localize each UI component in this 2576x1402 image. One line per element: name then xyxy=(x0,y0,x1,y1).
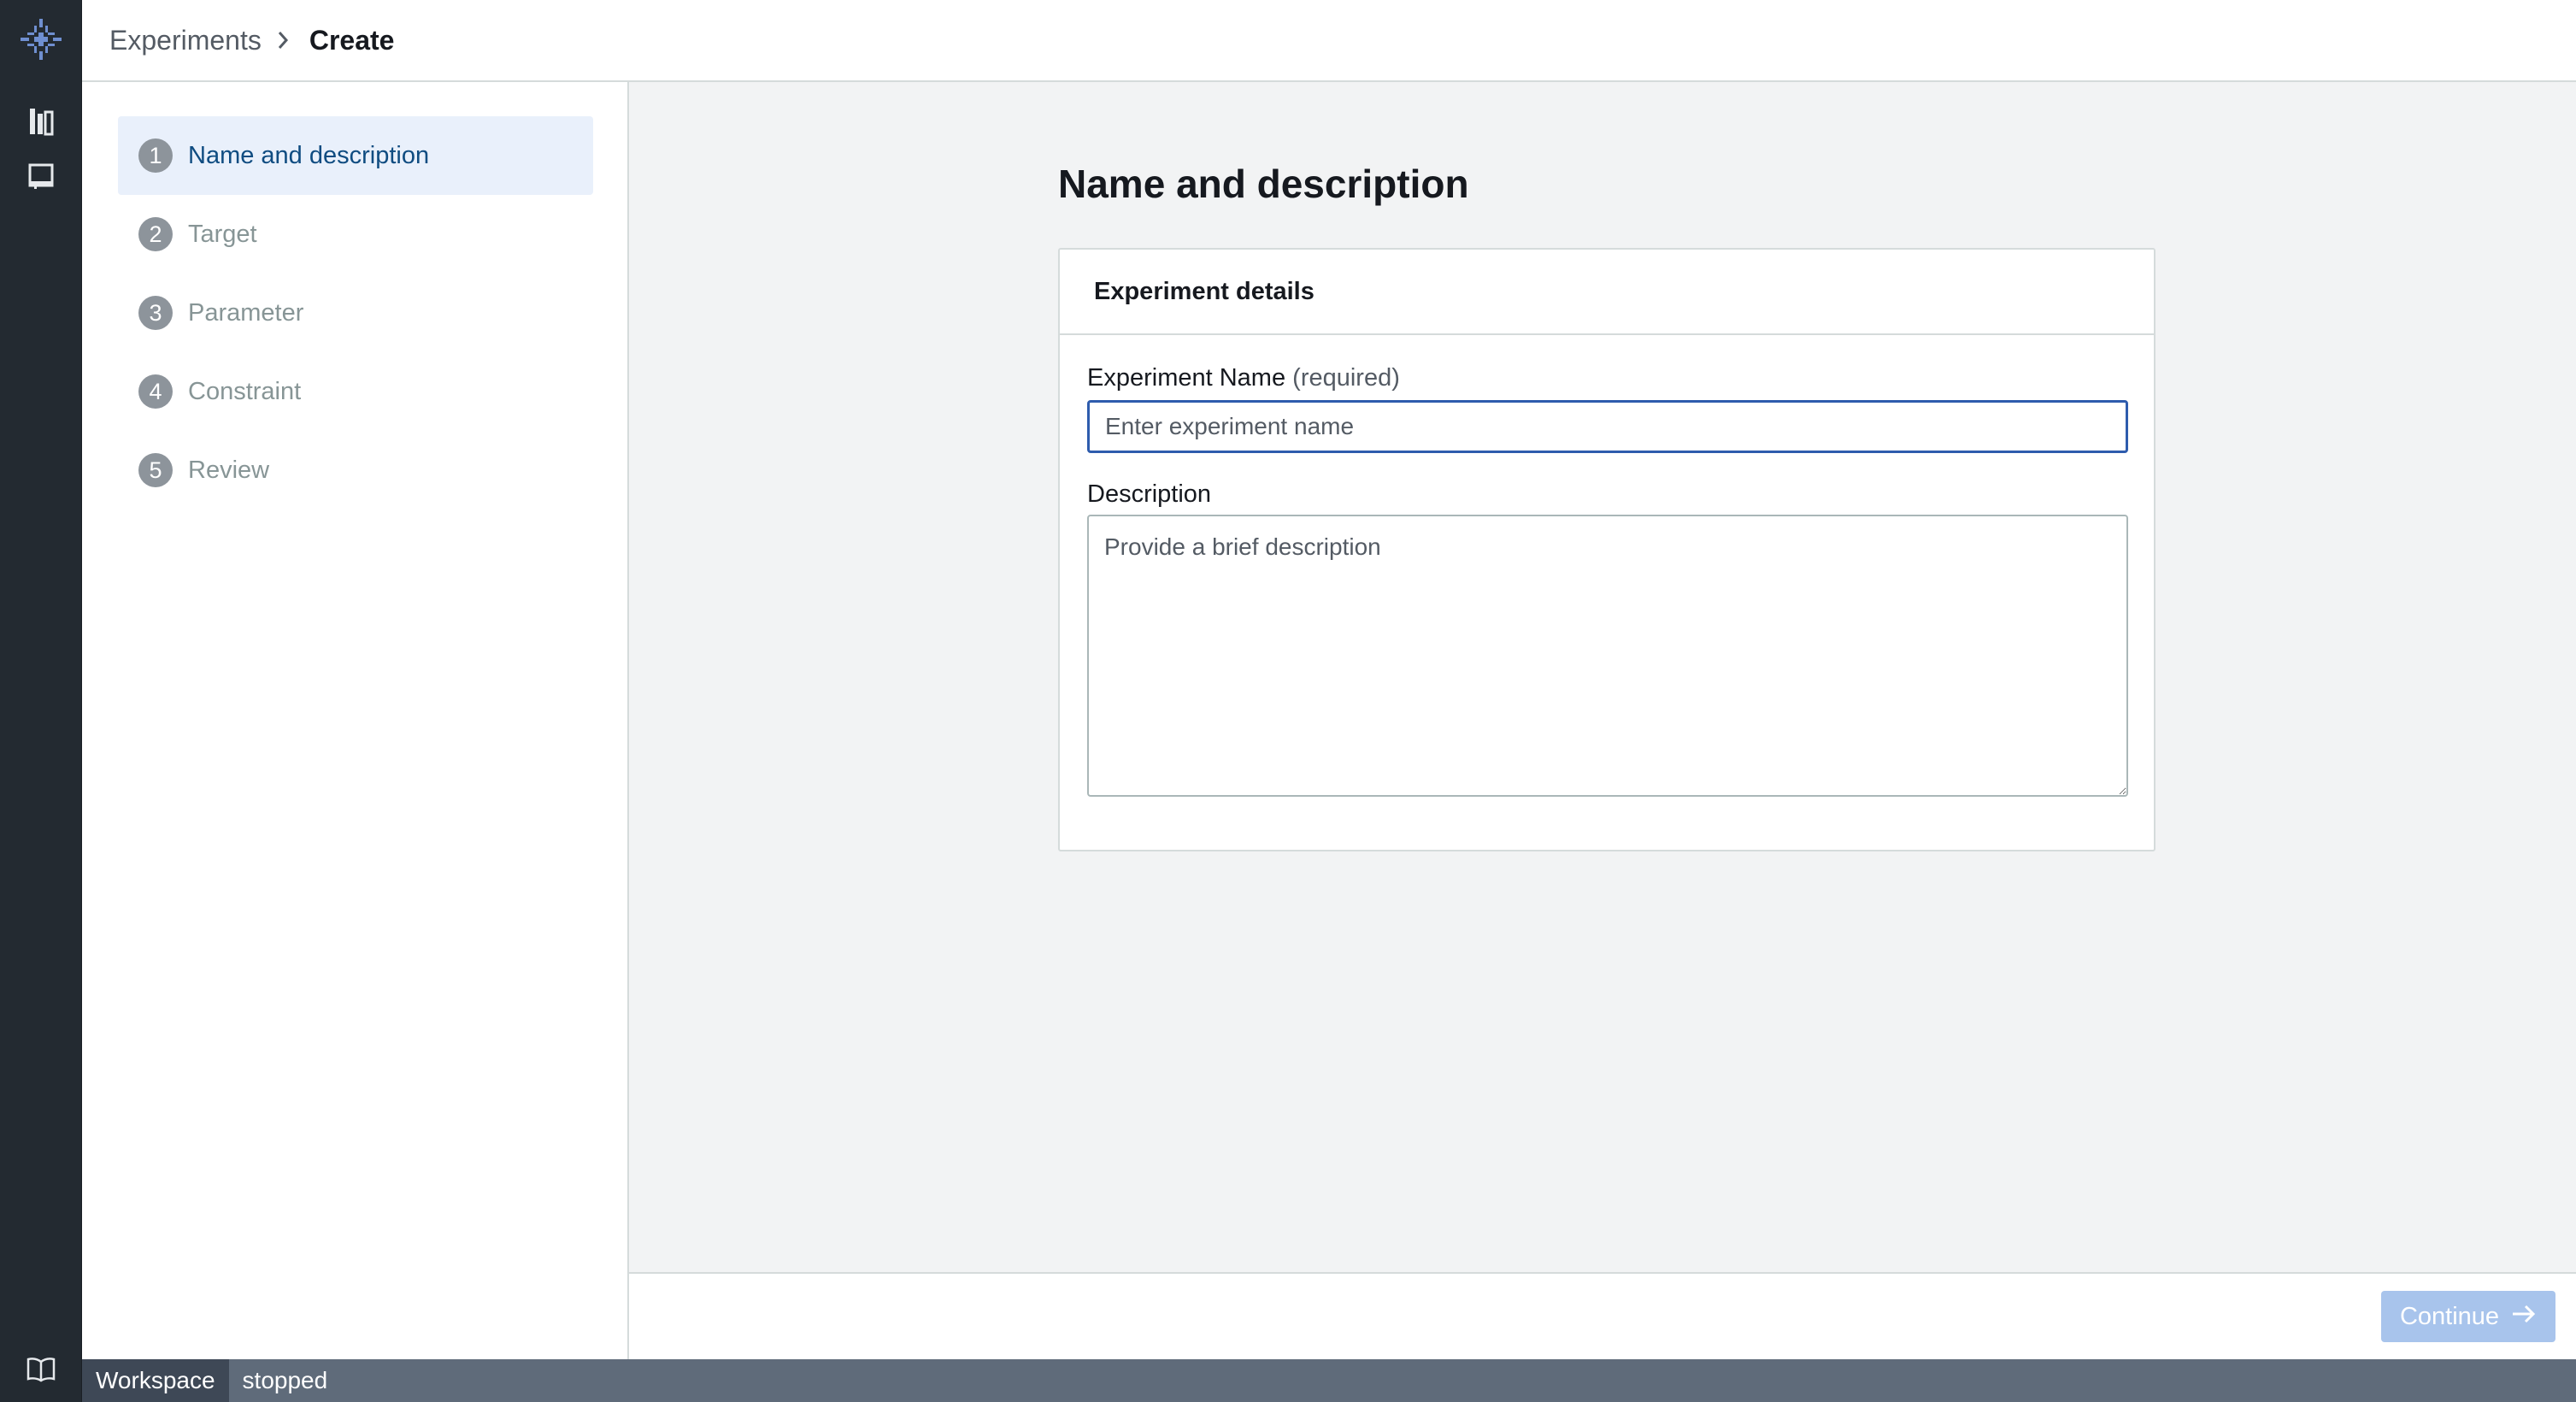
step-label: Parameter xyxy=(188,298,304,327)
card-title: Experiment details xyxy=(1060,250,2154,335)
wizard-footer: Continue xyxy=(629,1272,2576,1359)
chevron-right-icon xyxy=(277,28,294,52)
workspace-status: stopped xyxy=(242,1367,328,1393)
description-textarea[interactable] xyxy=(1087,515,2128,797)
breadcrumb: Experiments Create xyxy=(109,25,394,56)
continue-button[interactable]: Continue xyxy=(2381,1291,2555,1342)
wizard-step-parameter[interactable]: 3 Parameter xyxy=(118,274,593,352)
wizard-steps-sidebar: 1 Name and description 2 Target 3 Parame… xyxy=(82,82,629,1359)
app-root: Experiments Create 1 Name and descriptio… xyxy=(0,0,2576,1402)
app-logo-icon[interactable] xyxy=(17,15,65,63)
step-label: Name and description xyxy=(188,141,430,169)
step-number-badge: 2 xyxy=(138,217,173,251)
wizard-step-name-and-description[interactable]: 1 Name and description xyxy=(118,116,593,195)
library-icon[interactable] xyxy=(21,101,62,142)
status-bar: Workspace stopped xyxy=(82,1359,2576,1402)
breadcrumb-experiments-link[interactable]: Experiments xyxy=(109,25,262,56)
step-label: Constraint xyxy=(188,377,302,405)
step-number-badge: 1 xyxy=(138,138,173,173)
top-header: Experiments Create xyxy=(82,0,2576,82)
page-title: Name and description xyxy=(1058,162,1469,206)
experiment-name-label: Experiment Name (required) xyxy=(1087,364,1400,392)
notebook-icon[interactable] xyxy=(21,156,62,197)
wizard-step-target[interactable]: 2 Target xyxy=(118,195,593,274)
wizard-step-constraint[interactable]: 4 Constraint xyxy=(118,352,593,431)
step-number-badge: 4 xyxy=(138,374,173,409)
book-icon[interactable] xyxy=(21,1349,62,1390)
breadcrumb-current: Create xyxy=(309,24,395,56)
description-label: Description xyxy=(1087,480,1212,508)
experiment-name-input[interactable] xyxy=(1087,400,2128,453)
step-label: Target xyxy=(188,220,257,248)
continue-button-label: Continue xyxy=(2399,1302,2500,1330)
experiment-details-card: Experiment details Experiment Name (requ… xyxy=(1058,248,2155,851)
main-content: Name and description Experiment details … xyxy=(629,82,2576,1272)
step-number-badge: 3 xyxy=(138,296,173,330)
arrow-right-icon xyxy=(2511,1303,2537,1331)
workspace-label[interactable]: Workspace xyxy=(82,1359,229,1402)
step-label: Review xyxy=(188,456,270,484)
wizard-step-review[interactable]: 5 Review xyxy=(118,431,593,510)
required-marker: (required) xyxy=(1292,364,1400,392)
left-icon-rail xyxy=(0,0,82,1402)
step-number-badge: 5 xyxy=(138,453,173,487)
experiment-name-label-text: Experiment Name xyxy=(1087,364,1286,392)
